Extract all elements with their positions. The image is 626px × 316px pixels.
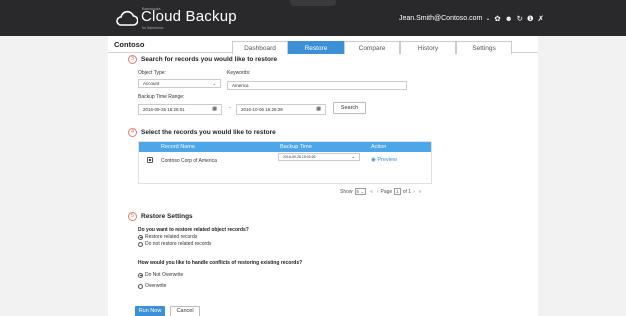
- tenant-bar: Contoso Dashboard Restore Compare Histor…: [108, 36, 538, 54]
- restore-section-header: 5 Restore Settings: [128, 212, 193, 221]
- keywords-input[interactable]: America: [227, 81, 407, 90]
- info-icon[interactable]: ❶: [527, 14, 534, 23]
- radio-button[interactable]: [138, 272, 143, 278]
- column-header[interactable]: Action: [371, 144, 386, 150]
- show-label: Show: [340, 188, 353, 195]
- app-logo[interactable]: Barracuda Cloud Backup for Salesforce: [116, 6, 237, 30]
- column-header[interactable]: Record Name: [161, 144, 195, 150]
- overwrite-option[interactable]: Overwrite: [138, 283, 166, 289]
- tab-settings[interactable]: Settings: [456, 41, 512, 54]
- app-subtitle: for Salesforce: [142, 26, 164, 30]
- record-name: Contoso Corp of America: [161, 158, 217, 164]
- radio-button[interactable]: [138, 234, 143, 240]
- calendar-icon[interactable]: ▦: [212, 105, 217, 114]
- object-type-select[interactable]: Account ⌄: [138, 79, 221, 88]
- section-title: Select the records you would like to res…: [141, 129, 276, 136]
- time-to-input[interactable]: 2016-10-06 16:28:28 ▦: [236, 104, 326, 115]
- first-page-icon[interactable]: «: [370, 189, 373, 195]
- next-page-icon[interactable]: ›: [413, 189, 415, 195]
- radio-button[interactable]: [138, 241, 143, 247]
- tab-restore[interactable]: Restore: [288, 41, 344, 54]
- column-header[interactable]: Backup Time: [280, 144, 312, 150]
- run-now-button[interactable]: Run Now: [135, 306, 165, 316]
- conflict-question: How would you like to handle conflicts o…: [138, 260, 303, 266]
- table-header: Record Name Backup Time Action: [139, 142, 431, 152]
- page-input[interactable]: 1: [394, 188, 401, 195]
- cloud-logo-icon: [116, 10, 138, 26]
- records-table: Record Name Backup Time Action Contoso C…: [138, 141, 432, 184]
- do-not-overwrite-option[interactable]: Do Not Overwrite: [138, 272, 183, 278]
- chevron-down-icon: ⌄: [351, 154, 355, 159]
- object-type-label: Object Type:: [138, 70, 166, 76]
- tools-icon[interactable]: ✗: [538, 14, 544, 23]
- step-number: 3: [128, 55, 137, 64]
- keywords-label: Keywords:: [227, 70, 251, 76]
- chevron-down-icon[interactable]: ⌄: [485, 15, 490, 22]
- header-notch: [290, 0, 336, 6]
- no-restore-related-option[interactable]: Do not restore related records: [138, 241, 211, 247]
- page-count: of 1: [402, 188, 412, 195]
- table-row[interactable]: Contoso Corp of America 2016-09-26 15:02…: [139, 153, 431, 170]
- row-select-radio[interactable]: [147, 157, 153, 163]
- tenant-name: Contoso: [114, 40, 145, 49]
- radio-button[interactable]: [138, 283, 143, 289]
- section-title: Search for records you would like to res…: [141, 56, 278, 63]
- gear-icon[interactable]: ✿: [494, 14, 500, 23]
- user-menu[interactable]: Jean.Smith@Contoso.com ⌄ ✿ ☻ ↻ ❶ ✗: [399, 14, 544, 23]
- calendar-icon[interactable]: ▦: [316, 105, 321, 114]
- cancel-button[interactable]: Cancel: [170, 306, 200, 316]
- select-section-header: 4 Select the records you would like to r…: [128, 128, 276, 137]
- nav-tabs: Dashboard Restore Compare History Settin…: [232, 41, 512, 54]
- preview-link[interactable]: ◉ Preview: [371, 157, 397, 163]
- pagination: Show 5 ⌄ « ‹ Page 1 of 1 › »: [340, 188, 424, 195]
- search-section-header: 3 Search for records you would like to r…: [128, 55, 277, 64]
- tab-compare[interactable]: Compare: [344, 41, 400, 54]
- tab-dashboard[interactable]: Dashboard: [232, 41, 288, 54]
- restore-related-question: Do you want to restore related object re…: [138, 227, 249, 233]
- search-button[interactable]: Search: [333, 102, 366, 114]
- help-icon[interactable]: ☻: [505, 14, 513, 23]
- time-range-label: Backup Time Range:: [138, 94, 185, 100]
- step-number: 4: [128, 128, 137, 137]
- prev-page-icon[interactable]: ‹: [377, 189, 379, 195]
- page-size-select[interactable]: 5 ⌄: [354, 188, 367, 195]
- user-email[interactable]: Jean.Smith@Contoso.com: [399, 15, 482, 22]
- step-number: 5: [128, 212, 137, 221]
- tab-history[interactable]: History: [400, 41, 456, 54]
- chevron-down-icon: ⌄: [212, 81, 216, 86]
- restore-related-option[interactable]: Restore related records: [138, 234, 197, 240]
- eye-icon: ◉: [371, 157, 376, 163]
- main-content: Contoso Dashboard Restore Compare Histor…: [108, 36, 538, 316]
- time-separator: -: [229, 105, 231, 111]
- brand-name: Barracuda: [142, 6, 161, 11]
- page-label: Page: [380, 188, 393, 195]
- last-page-icon[interactable]: »: [419, 189, 422, 195]
- chevron-down-icon: ⌄: [360, 189, 365, 194]
- time-from-input[interactable]: 2016-09-25 16:28:01 ▦: [138, 104, 222, 115]
- top-bar: Barracuda Cloud Backup for Salesforce Je…: [0, 0, 626, 36]
- refresh-icon[interactable]: ↻: [517, 14, 523, 23]
- backup-time-select[interactable]: 2016-09-26 15:02:26 ⌄: [278, 153, 360, 161]
- section-title: Restore Settings: [141, 213, 193, 220]
